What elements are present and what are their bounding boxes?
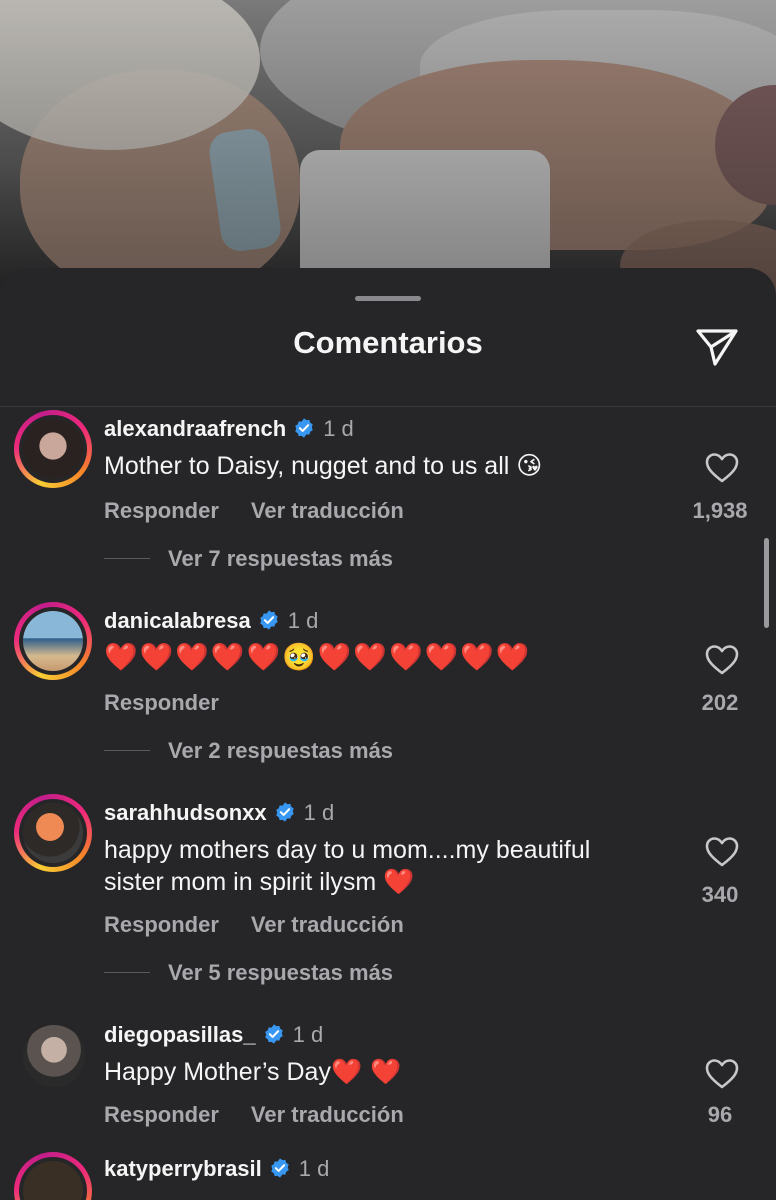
like-count: 340 xyxy=(701,882,739,907)
heart-outline-icon[interactable] xyxy=(696,644,748,680)
reply-button[interactable]: Responder xyxy=(104,690,219,715)
like-count: 202 xyxy=(701,690,739,715)
avatar[interactable] xyxy=(14,410,92,488)
comment-time: 1 d xyxy=(303,800,335,825)
comments-sheet: Comentarios alexandraafrench 1 d Mother t… xyxy=(0,268,776,1200)
username[interactable]: katyperrybrasil xyxy=(104,1156,262,1181)
sheet-title: Comentarios xyxy=(293,325,483,360)
avatar[interactable] xyxy=(14,1016,92,1094)
post-photo xyxy=(0,0,776,300)
comment-text: happy mothers day to u mom....my beautif… xyxy=(104,836,591,896)
verified-badge-icon xyxy=(264,1024,283,1044)
verified-badge-icon xyxy=(295,418,313,438)
view-replies-button[interactable]: Ver 2 respuestas más xyxy=(104,738,393,764)
kiss-emoji: 😘 xyxy=(516,451,543,480)
comment-time: 1 d xyxy=(287,608,319,633)
header-divider xyxy=(0,406,776,407)
scrollbar[interactable] xyxy=(764,538,769,628)
comment-text: ❤️❤️❤️❤️❤️🥹❤️❤️❤️❤️❤️❤️ xyxy=(104,642,532,673)
heart-emoji: ❤️ xyxy=(383,867,415,896)
username[interactable]: diegopasillas_ xyxy=(104,1022,256,1047)
like-count: 96 xyxy=(707,1102,733,1127)
paper-plane-icon[interactable] xyxy=(693,322,741,370)
view-replies-button[interactable]: Ver 7 respuestas más xyxy=(104,546,393,572)
reply-button[interactable]: Responder xyxy=(104,1102,219,1127)
username[interactable]: sarahhudsonxx xyxy=(104,800,267,825)
heart-emoji: ❤️ ❤️ xyxy=(330,1057,402,1086)
comment-time: 1 d xyxy=(292,1022,324,1047)
verified-badge-icon xyxy=(275,802,294,822)
heart-outline-icon[interactable] xyxy=(696,1058,748,1094)
comment-text: Mother to Daisy, nugget and to us all 😘 xyxy=(104,451,543,480)
comment-text: Happy Mother’s Day❤️ ❤️ xyxy=(104,1057,402,1086)
see-translation-button[interactable]: Ver traducción xyxy=(251,912,404,937)
see-translation-button[interactable]: Ver traducción xyxy=(251,1102,404,1127)
username[interactable]: danicalabresa xyxy=(104,608,251,633)
avatar[interactable] xyxy=(14,1152,92,1200)
sheet-grabber[interactable] xyxy=(355,296,421,301)
reply-button[interactable]: Responder xyxy=(104,912,219,937)
heart-outline-icon[interactable] xyxy=(696,452,748,488)
avatar[interactable] xyxy=(14,794,92,872)
comment-time: 1 d xyxy=(298,1156,330,1181)
verified-badge-icon xyxy=(271,1158,289,1178)
see-translation-button[interactable]: Ver traducción xyxy=(251,498,404,523)
like-count: 1,938 xyxy=(692,498,748,523)
verified-badge-icon xyxy=(260,610,278,630)
username[interactable]: alexandraafrench xyxy=(104,416,286,441)
comment-time: 1 d xyxy=(323,416,354,441)
reply-button[interactable]: Responder xyxy=(104,498,219,523)
heart-outline-icon[interactable] xyxy=(696,836,748,872)
avatar[interactable] xyxy=(14,602,92,680)
view-replies-button[interactable]: Ver 5 respuestas más xyxy=(104,960,393,986)
